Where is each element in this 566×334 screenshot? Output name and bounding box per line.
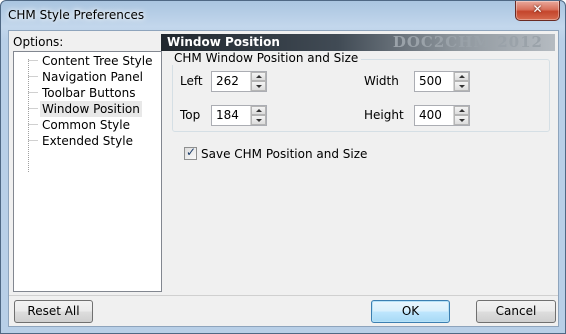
width-spinner-buttons bbox=[453, 72, 469, 91]
footer-divider bbox=[9, 295, 558, 296]
arrow-down-icon bbox=[459, 85, 465, 88]
arrow-down-icon bbox=[256, 119, 262, 122]
tree-item-common-style[interactable]: Common Style bbox=[40, 117, 132, 133]
arrow-up-icon bbox=[256, 109, 262, 112]
cancel-button[interactable]: Cancel bbox=[476, 300, 556, 323]
width-decrement-button[interactable] bbox=[454, 81, 469, 91]
left-value[interactable]: 262 bbox=[216, 74, 239, 89]
tree-item-extended-style[interactable]: Extended Style bbox=[40, 133, 135, 149]
width-label: Width bbox=[364, 74, 399, 88]
window-title: CHM Style Preferences bbox=[8, 8, 145, 22]
top-value[interactable]: 184 bbox=[216, 108, 239, 123]
panel-header-title: Window Position bbox=[167, 35, 280, 49]
height-spinner[interactable]: 400 bbox=[414, 105, 470, 126]
reset-all-button[interactable]: Reset All bbox=[14, 300, 93, 323]
tree-item-content-tree-style[interactable]: Content Tree Style bbox=[40, 53, 155, 69]
save-position-checkbox[interactable]: ✓ bbox=[184, 145, 197, 160]
options-tree[interactable]: Content Tree Style Navigation Panel Tool… bbox=[13, 51, 162, 292]
arrow-down-icon bbox=[459, 119, 465, 122]
height-label: Height bbox=[364, 108, 404, 122]
width-spinner[interactable]: 500 bbox=[414, 71, 470, 92]
tree-item-window-position[interactable]: Window Position bbox=[40, 101, 142, 117]
top-spinner[interactable]: 184 bbox=[211, 105, 267, 126]
width-value[interactable]: 500 bbox=[419, 74, 442, 89]
top-increment-button[interactable] bbox=[251, 106, 266, 115]
title-bar[interactable]: CHM Style Preferences ✕ bbox=[1, 1, 565, 31]
settings-panel: Window Position DOC2CHM 2012 CHM Window … bbox=[161, 34, 555, 295]
dialog-window: CHM Style Preferences ✕ Options: Content… bbox=[0, 0, 566, 334]
left-spinner[interactable]: 262 bbox=[211, 71, 267, 92]
panel-header: Window Position DOC2CHM 2012 bbox=[161, 34, 555, 51]
left-spinner-buttons bbox=[250, 72, 266, 91]
top-label: Top bbox=[180, 108, 201, 122]
left-label: Left bbox=[180, 74, 203, 88]
width-increment-button[interactable] bbox=[454, 72, 469, 81]
arrow-up-icon bbox=[459, 75, 465, 78]
left-increment-button[interactable] bbox=[251, 72, 266, 81]
save-position-label[interactable]: Save CHM Position and Size bbox=[201, 146, 367, 162]
tree-item-toolbar-buttons[interactable]: Toolbar Buttons bbox=[40, 85, 137, 101]
arrow-down-icon bbox=[256, 85, 262, 88]
arrow-up-icon bbox=[256, 75, 262, 78]
dialog-body: Options: Content Tree Style Navigation P… bbox=[8, 30, 559, 327]
height-value[interactable]: 400 bbox=[419, 108, 442, 123]
height-spinner-buttons bbox=[453, 106, 469, 125]
tree-item-navigation-panel[interactable]: Navigation Panel bbox=[40, 69, 145, 85]
checkmark-icon: ✓ bbox=[186, 145, 197, 159]
ok-button[interactable]: OK bbox=[371, 300, 450, 323]
groupbox-title: CHM Window Position and Size bbox=[171, 51, 362, 65]
close-button[interactable]: ✕ bbox=[515, 1, 560, 21]
height-increment-button[interactable] bbox=[454, 106, 469, 115]
brand-logo: DOC2CHM 2012 bbox=[392, 33, 543, 51]
top-decrement-button[interactable] bbox=[251, 115, 266, 125]
left-decrement-button[interactable] bbox=[251, 81, 266, 91]
arrow-up-icon bbox=[459, 109, 465, 112]
close-icon: ✕ bbox=[532, 2, 543, 16]
height-decrement-button[interactable] bbox=[454, 115, 469, 125]
options-label: Options: bbox=[13, 35, 64, 49]
top-spinner-buttons bbox=[250, 106, 266, 125]
